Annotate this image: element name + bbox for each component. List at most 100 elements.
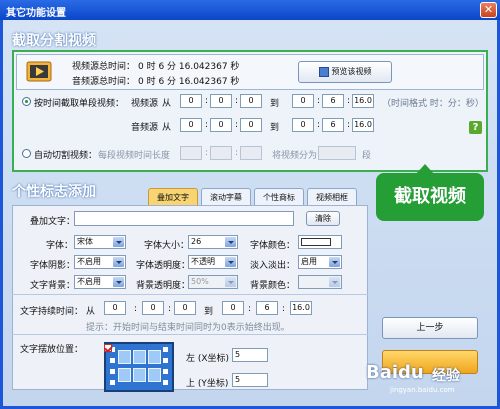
- segment-length-label: 每段视频时间长度: [98, 151, 171, 161]
- prev-step-button[interactable]: 上一步: [382, 317, 478, 339]
- separator: :: [205, 148, 209, 158]
- time-mode-radio[interactable]: [22, 97, 31, 106]
- chevron-down-icon: [225, 237, 236, 247]
- audio-total-value: 0 时 6 分 16.042367 秒: [138, 77, 240, 87]
- capture-section-title: 截取分割视频: [12, 33, 96, 49]
- duration-from-second[interactable]: 0: [174, 301, 196, 315]
- fade-select[interactable]: 启用: [298, 255, 342, 269]
- tab-scrolling-subtitle[interactable]: 滚动字幕: [201, 188, 251, 206]
- segment-minute-field[interactable]: [210, 146, 232, 160]
- video-file-icon: [26, 58, 52, 84]
- video-total-label: 视频源总时间：: [72, 62, 136, 72]
- watermark-suffix: 经验: [432, 368, 460, 384]
- chevron-down-icon: [225, 257, 236, 267]
- segment-unit-label: 段: [362, 151, 372, 161]
- baidu-watermark: Baidu 经验 jingyan.baidu.com: [356, 360, 496, 396]
- time-format-hint: （时间格式 时：分：秒）: [382, 99, 484, 109]
- duration-label: 文字持续时间：: [20, 307, 84, 317]
- video-to-label: 到: [270, 99, 280, 109]
- help-icon[interactable]: ?: [469, 121, 482, 134]
- audio-from-hour[interactable]: 0: [180, 118, 202, 132]
- separator: :: [317, 96, 321, 106]
- preview-icon: [318, 66, 329, 77]
- chevron-down-icon: [113, 237, 124, 247]
- bg-color-picker[interactable]: [298, 275, 342, 289]
- position-label: 文字摆放位置：: [20, 345, 84, 355]
- audio-to-minute[interactable]: 6: [322, 118, 344, 132]
- preview-video-button[interactable]: 预览该视频: [298, 61, 392, 83]
- audio-to-second[interactable]: 16.0: [352, 118, 374, 132]
- font-select[interactable]: 宋体: [74, 235, 126, 249]
- audio-to-hour[interactable]: 0: [292, 118, 314, 132]
- font-value: 宋体: [77, 237, 93, 246]
- font-color-picker[interactable]: [298, 235, 342, 249]
- font-size-value: 26: [191, 237, 202, 246]
- video-to-minute[interactable]: 6: [322, 94, 344, 108]
- duration-to-minute[interactable]: 6: [256, 301, 278, 315]
- auto-cut-radio[interactable]: [22, 149, 31, 158]
- text-bg-select[interactable]: 不启用: [74, 275, 126, 289]
- tab-video-frame[interactable]: 视频相框: [307, 188, 357, 206]
- duration-from-label: 从: [86, 307, 96, 317]
- font-opacity-select[interactable]: 不透明: [188, 255, 238, 269]
- video-total-value: 0 时 6 分 16.042367 秒: [138, 62, 240, 72]
- capture-video-callout: 截取视频: [376, 164, 484, 221]
- overlay-text-input[interactable]: [74, 211, 294, 226]
- split-into-label: 将视频分为: [272, 151, 318, 161]
- chevron-down-icon: [113, 257, 124, 267]
- tab-custom-logo[interactable]: 个性商标: [254, 188, 304, 206]
- tab-overlay-text[interactable]: 叠加文字: [148, 188, 198, 206]
- font-shadow-select[interactable]: 不启用: [74, 255, 126, 269]
- video-source-label: 视频源: [131, 99, 159, 109]
- position-preview-icon: [104, 342, 174, 392]
- video-from-minute[interactable]: 0: [210, 94, 232, 108]
- position-top-left-checkbox[interactable]: [104, 344, 112, 352]
- font-opacity-label: 字体透明度：: [136, 261, 191, 271]
- font-opacity-value: 不透明: [191, 257, 215, 266]
- duration-to-hour[interactable]: 0: [222, 301, 244, 315]
- segment-second-field[interactable]: [240, 146, 262, 160]
- preview-button-label: 预览该视频: [331, 67, 372, 76]
- video-to-second[interactable]: 16.0: [352, 94, 374, 108]
- text-bg-label: 文字背景：: [30, 281, 76, 291]
- separator: :: [347, 120, 351, 130]
- separator: :: [317, 120, 321, 130]
- top-y-input[interactable]: 5: [232, 373, 268, 387]
- bg-opacity-label: 背景透明度：: [136, 281, 191, 291]
- font-size-label: 字体大小：: [144, 241, 190, 251]
- fade-value: 启用: [301, 257, 317, 266]
- font-size-select[interactable]: 26: [188, 235, 238, 249]
- audio-to-label: 到: [270, 123, 280, 133]
- video-from-label: 从: [162, 99, 172, 109]
- separator: :: [168, 304, 172, 314]
- logo-section-title: 个性标志添加: [12, 184, 96, 200]
- bg-color-label: 背景颜色：: [250, 281, 296, 291]
- text-bg-value: 不启用: [77, 277, 101, 286]
- audio-from-second[interactable]: 0: [240, 118, 262, 132]
- duration-from-minute[interactable]: 0: [142, 301, 164, 315]
- duration-to-second[interactable]: 16.0: [290, 301, 312, 315]
- duration-from-hour[interactable]: 0: [104, 301, 126, 315]
- video-to-hour[interactable]: 0: [292, 94, 314, 108]
- bg-opacity-value: 50%: [191, 277, 209, 286]
- separator: :: [134, 304, 138, 314]
- close-button[interactable]: ✕: [480, 2, 497, 18]
- video-from-hour[interactable]: 0: [180, 94, 202, 108]
- left-x-input[interactable]: 5: [232, 348, 268, 362]
- audio-from-minute[interactable]: 0: [210, 118, 232, 132]
- bg-opacity-select[interactable]: 50%: [188, 275, 238, 289]
- left-x-label: 左 (X坐标): [186, 354, 230, 364]
- duration-to-label: 到: [204, 307, 214, 317]
- separator: :: [248, 304, 252, 314]
- separator: :: [205, 96, 209, 106]
- window-title: 其它功能设置: [6, 8, 66, 19]
- separator: :: [235, 96, 239, 106]
- font-color-label: 字体颜色：: [250, 241, 296, 251]
- segment-count-field[interactable]: [318, 146, 356, 160]
- segment-hour-field[interactable]: [180, 146, 202, 160]
- separator: :: [235, 148, 239, 158]
- audio-from-label: 从: [162, 123, 172, 133]
- clear-button[interactable]: 清除: [306, 211, 340, 226]
- time-mode-label: 按时间截取单段视频：: [34, 99, 125, 109]
- video-from-second[interactable]: 0: [240, 94, 262, 108]
